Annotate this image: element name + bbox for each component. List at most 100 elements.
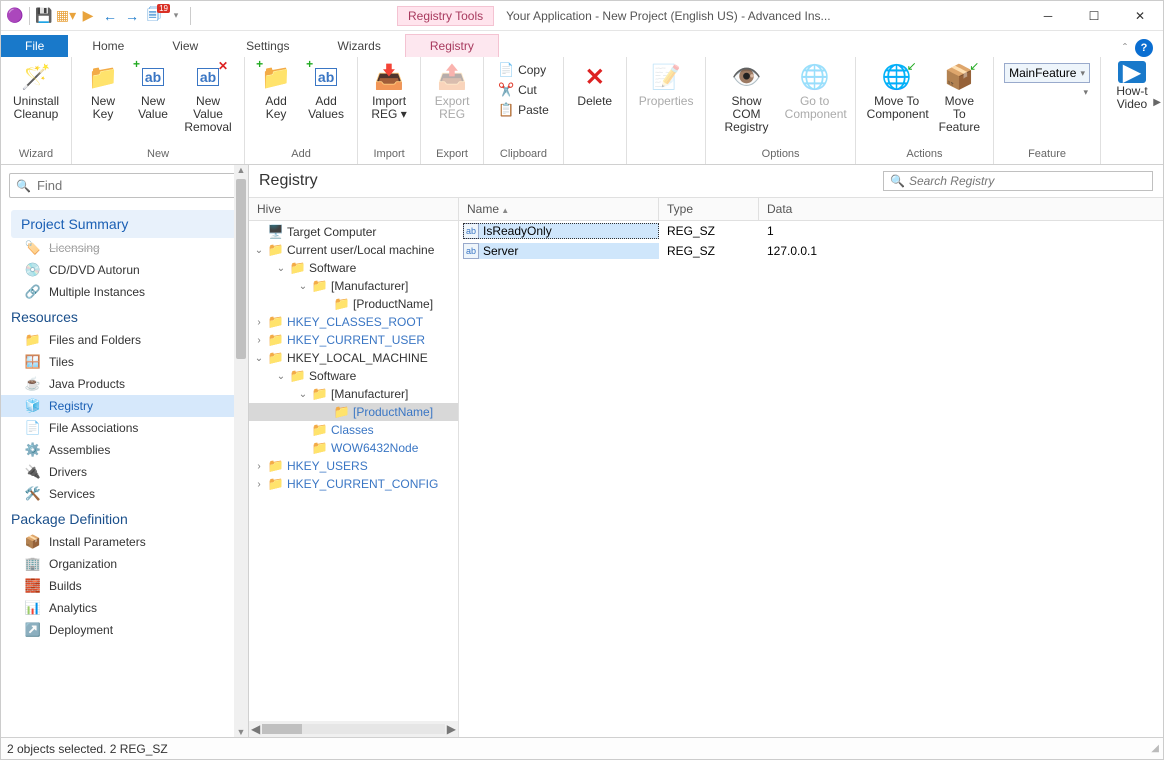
registry-tree[interactable]: 🖥️Target Computer⌄📁Current user/Local ma… [249,221,458,721]
tree-node[interactable]: ›📁HKEY_CURRENT_USER [249,331,458,349]
contextual-tab-label: Registry Tools [397,6,494,26]
window-controls: ─ ☐ ✕ [1025,1,1163,31]
help-icon[interactable]: ? [1135,39,1153,57]
goto-component-button: 🌐Go toComponent [781,59,849,123]
nav-drivers[interactable]: 🔌Drivers [1,461,248,483]
content-area: Registry 🔍 Hive 🖥️Target Computer⌄📁Curre… [249,165,1163,737]
app-icon: 🟣 [5,6,25,26]
nav-deployment[interactable]: ↗️Deployment [1,619,248,641]
notifications-icon[interactable]: 🗐19 [144,6,164,26]
nav-builds[interactable]: 🧱Builds [1,575,248,597]
nav-file-associations[interactable]: 📄File Associations [1,417,248,439]
value-rows: abIsReadyOnlyREG_SZ1abServerREG_SZ127.0.… [459,221,1163,737]
nav-project-summary[interactable]: Project Summary [11,210,238,238]
nav-multiple-instances[interactable]: 🔗Multiple Instances [1,281,248,303]
tab-file[interactable]: File [1,35,68,57]
col-type[interactable]: Type [659,198,759,220]
nav-tiles[interactable]: 🪟Tiles [1,351,248,373]
tree-node[interactable]: ⌄📁HKEY_LOCAL_MACHINE [249,349,458,367]
column-headers: Name Type Data [459,198,1163,221]
copy-button[interactable]: 📄Copy [494,61,553,79]
properties-button: 📝Properties [633,59,700,110]
search-registry-input[interactable] [909,174,1146,188]
search-icon: 🔍 [890,174,905,188]
ribbon: 🪄UninstallCleanup Wizard 📁NewKey ab+NewV… [1,57,1163,165]
tab-settings[interactable]: Settings [222,35,313,57]
ribbon-overflow-icon[interactable]: ▶ [1153,97,1161,108]
left-scrollbar[interactable]: ▲ ▼ [234,165,248,737]
tab-view[interactable]: View [148,35,222,57]
tree-node[interactable]: ⌄📁Software [249,259,458,277]
find-input[interactable] [37,178,233,193]
search-icon: 🔍 [16,179,31,193]
tree-node[interactable]: ⌄📁Current user/Local machine [249,241,458,259]
tab-registry[interactable]: Registry [405,34,499,57]
hive-column-header[interactable]: Hive [249,198,458,221]
nav-header-resources: Resources [1,303,248,329]
window-title: Your Application - New Project (English … [506,9,1025,23]
show-com-registry-button[interactable]: 👁️Show COMRegistry [712,59,780,136]
save-icon[interactable]: 💾 [34,6,54,26]
delete-button[interactable]: ✕Delete [570,59,620,110]
add-key-button[interactable]: 📁+AddKey [251,59,301,123]
nav-install-params[interactable]: 📦Install Parameters [1,531,248,553]
status-bar: 2 objects selected. 2 REG_SZ ◢ [1,737,1163,759]
quick-access-toolbar: 🟣 💾 ▦▾ ▶ ← → 🗐19 ▾ [1,6,197,26]
howto-video-button[interactable]: ▶How-tVideo [1107,59,1157,113]
tree-node[interactable]: 📁[ProductName] [249,295,458,313]
nav-header-pkgdef: Package Definition [1,505,248,531]
nav-files-folders[interactable]: 📁Files and Folders [1,329,248,351]
nav-licensing[interactable]: 🏷️Licensing [1,240,248,259]
col-name[interactable]: Name [459,198,659,220]
resize-grip-icon[interactable]: ◢ [1151,743,1157,754]
value-row[interactable]: abServerREG_SZ127.0.0.1 [459,241,1163,261]
tree-node[interactable]: ›📁HKEY_USERS [249,457,458,475]
tab-home[interactable]: Home [68,35,148,57]
uninstall-cleanup-button[interactable]: 🪄UninstallCleanup [7,59,65,123]
value-row[interactable]: abIsReadyOnlyREG_SZ1 [459,221,1163,241]
nav-assemblies[interactable]: ⚙️Assemblies [1,439,248,461]
registry-values-pane: Name Type Data abIsReadyOnlyREG_SZ1abSer… [459,198,1163,737]
nav-services[interactable]: 🛠️Services [1,483,248,505]
tree-node[interactable]: ›📁HKEY_CURRENT_CONFIG [249,475,458,493]
forward-icon[interactable]: → [122,6,142,26]
minimize-button[interactable]: ─ [1025,1,1071,31]
nav-analytics[interactable]: 📊Analytics [1,597,248,619]
nav-cd-dvd[interactable]: 💿CD/DVD Autorun [1,259,248,281]
cut-button[interactable]: ✂️Cut [494,81,553,99]
tab-wizards[interactable]: Wizards [314,35,405,57]
feature-selector[interactable]: MainFeature▾ [1004,63,1090,83]
new-key-button[interactable]: 📁NewKey [78,59,128,123]
ribbon-tabs: File Home View Settings Wizards Registry… [1,31,1163,57]
move-to-feature-button[interactable]: 📦↙Move ToFeature [932,59,988,136]
feature-more-icon[interactable]: ▾ [1000,87,1094,98]
grid-icon[interactable]: ▦▾ [56,6,76,26]
nav-java-products[interactable]: ☕Java Products [1,373,248,395]
paste-button[interactable]: 📋Paste [494,101,553,119]
back-icon[interactable]: ← [100,6,120,26]
tree-node[interactable]: ⌄📁[Manufacturer] [249,385,458,403]
tree-hscrollbar[interactable]: ◀▶ [249,721,458,737]
close-button[interactable]: ✕ [1117,1,1163,31]
new-value-removal-button[interactable]: ab✕New ValueRemoval [178,59,238,136]
col-data[interactable]: Data [759,198,1163,220]
nav-organization[interactable]: 🏢Organization [1,553,248,575]
tree-node[interactable]: 📁[ProductName] [249,403,458,421]
tree-node[interactable]: 🖥️Target Computer [249,223,458,241]
tree-node[interactable]: ⌄📁[Manufacturer] [249,277,458,295]
run-icon[interactable]: ▶ [78,6,98,26]
collapse-ribbon-icon[interactable]: ˆ [1123,41,1127,55]
tree-node[interactable]: 📁WOW6432Node [249,439,458,457]
move-to-component-button[interactable]: 🌐↙Move ToComponent [862,59,932,123]
tree-node[interactable]: ⌄📁Software [249,367,458,385]
nav-registry[interactable]: 🧊Registry [1,395,248,417]
tree-node[interactable]: 📁Classes [249,421,458,439]
search-registry-box[interactable]: 🔍 [883,171,1153,191]
find-box[interactable]: 🔍 [9,173,240,198]
maximize-button[interactable]: ☐ [1071,1,1117,31]
main-area: 🔍 Project Summary 🏷️Licensing 💿CD/DVD Au… [1,165,1163,737]
import-reg-button[interactable]: 📥ImportREG ▾ [364,59,414,123]
new-value-button[interactable]: ab+NewValue [128,59,178,123]
tree-node[interactable]: ›📁HKEY_CLASSES_ROOT [249,313,458,331]
add-values-button[interactable]: ab+AddValues [301,59,351,123]
